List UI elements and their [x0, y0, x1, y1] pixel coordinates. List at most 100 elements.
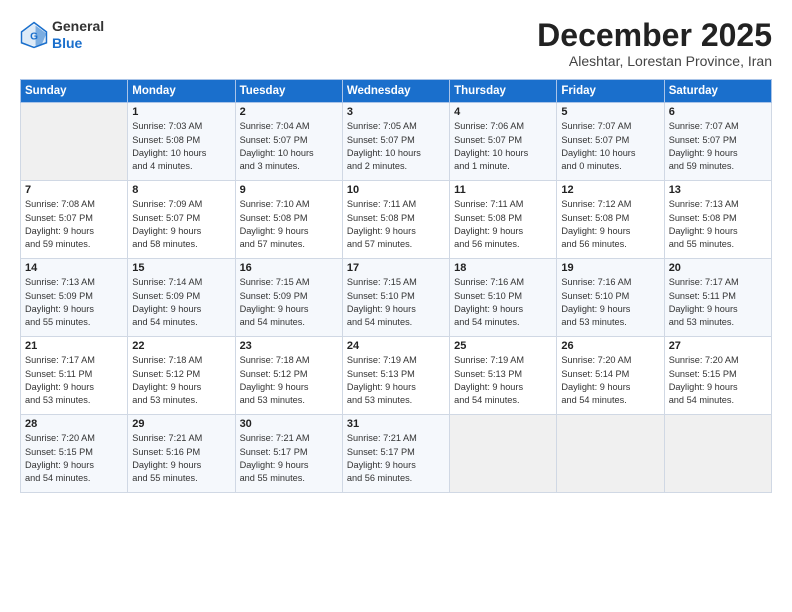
calendar-cell: 9 Sunrise: 7:10 AMSunset: 5:08 PMDaylight…: [235, 181, 342, 259]
calendar-cell: [21, 103, 128, 181]
cell-text: Sunrise: 7:09 AMSunset: 5:07 PMDaylight:…: [132, 198, 230, 251]
day-number: 13: [669, 184, 767, 196]
day-header-thursday: Thursday: [450, 80, 557, 103]
calendar-cell: 15Sunrise: 7:14 AMSunset: 5:09 PMDayligh…: [128, 259, 235, 337]
cell-text: Sunrise: 7:07 AMSunset: 5:07 PMDaylight:…: [669, 120, 767, 173]
day-number: 9: [240, 184, 338, 196]
cell-text: Sunrise: 7:11 AMSunset: 5:08 PMDaylight:…: [347, 198, 445, 251]
logo-blue: Blue: [52, 35, 82, 51]
cell-text: Sunrise: 7:20 AMSunset: 5:15 PMDaylight:…: [669, 354, 767, 407]
calendar-cell: 23 Sunrise: 7:18 AMSunset: 5:12 PMDayligh…: [235, 337, 342, 415]
cell-text: Sunrise: 7:05 AMSunset: 5:07 PMDaylight:…: [347, 120, 445, 173]
cell-text: Sunrise: 7:21 AMSunset: 5:17 PMDaylight:…: [240, 432, 338, 485]
day-number: 6: [669, 106, 767, 118]
cell-text: Sunrise: 7:08 AMSunset: 5:07 PMDaylight:…: [25, 198, 123, 251]
calendar-cell: 27 Sunrise: 7:20 AMSunset: 5:15 PMDayligh…: [664, 337, 771, 415]
calendar-cell: 2 Sunrise: 7:04 AMSunset: 5:07 PMDaylight…: [235, 103, 342, 181]
day-header-saturday: Saturday: [664, 80, 771, 103]
day-number: 21: [25, 340, 123, 352]
day-number: 7: [25, 184, 123, 196]
day-number: 30: [240, 418, 338, 430]
day-number: 23: [240, 340, 338, 352]
calendar-cell: [557, 415, 664, 493]
day-header-friday: Friday: [557, 80, 664, 103]
calendar-cell: 10 Sunrise: 7:11 AMSunset: 5:08 PMDayligh…: [342, 181, 449, 259]
calendar-cell: 8 Sunrise: 7:09 AMSunset: 5:07 PMDaylight…: [128, 181, 235, 259]
logo-text: General Blue: [52, 18, 104, 52]
day-number: 27: [669, 340, 767, 352]
day-number: 18: [454, 262, 552, 274]
calendar-cell: 28Sunrise: 7:20 AMSunset: 5:15 PMDayligh…: [21, 415, 128, 493]
logo-general: General: [52, 18, 104, 34]
day-number: 25: [454, 340, 552, 352]
calendar-cell: 21 Sunrise: 7:17 AMSunset: 5:11 PMDayligh…: [21, 337, 128, 415]
cell-text: Sunrise: 7:17 AMSunset: 5:11 PMDaylight:…: [669, 276, 767, 329]
day-number: 12: [561, 184, 659, 196]
day-header-sunday: Sunday: [21, 80, 128, 103]
header: G General Blue December 2025 Aleshtar, L…: [20, 18, 772, 69]
calendar-cell: 12 Sunrise: 7:12 AMSunset: 5:08 PMDayligh…: [557, 181, 664, 259]
calendar-cell: 17 Sunrise: 7:15 AMSunset: 5:10 PMDayligh…: [342, 259, 449, 337]
cell-text: Sunrise: 7:04 AMSunset: 5:07 PMDaylight:…: [240, 120, 338, 173]
subtitle: Aleshtar, Lorestan Province, Iran: [537, 53, 772, 69]
day-number: 28: [25, 418, 123, 430]
day-number: 3: [347, 106, 445, 118]
week-row-5: 28Sunrise: 7:20 AMSunset: 5:15 PMDayligh…: [21, 415, 772, 493]
calendar-cell: 4Sunrise: 7:06 AMSunset: 5:07 PMDaylight…: [450, 103, 557, 181]
cell-text: Sunrise: 7:18 AMSunset: 5:12 PMDaylight:…: [132, 354, 230, 407]
day-header-monday: Monday: [128, 80, 235, 103]
calendar-cell: 5Sunrise: 7:07 AMSunset: 5:07 PMDaylight…: [557, 103, 664, 181]
cell-text: Sunrise: 7:16 AMSunset: 5:10 PMDaylight:…: [454, 276, 552, 329]
calendar-cell: 30 Sunrise: 7:21 AMSunset: 5:17 PMDayligh…: [235, 415, 342, 493]
cell-text: Sunrise: 7:15 AMSunset: 5:10 PMDaylight:…: [347, 276, 445, 329]
calendar-table: SundayMondayTuesdayWednesdayThursdayFrid…: [20, 79, 772, 493]
cell-text: Sunrise: 7:06 AMSunset: 5:07 PMDaylight:…: [454, 120, 552, 173]
calendar-cell: [664, 415, 771, 493]
cell-text: Sunrise: 7:21 AMSunset: 5:16 PMDaylight:…: [132, 432, 230, 485]
cell-text: Sunrise: 7:17 AMSunset: 5:11 PMDaylight:…: [25, 354, 123, 407]
week-row-2: 7 Sunrise: 7:08 AMSunset: 5:07 PMDaylight…: [21, 181, 772, 259]
day-number: 19: [561, 262, 659, 274]
logo-icon: G: [20, 21, 48, 49]
calendar-cell: 26 Sunrise: 7:20 AMSunset: 5:14 PMDayligh…: [557, 337, 664, 415]
calendar-cell: 6 Sunrise: 7:07 AMSunset: 5:07 PMDaylight…: [664, 103, 771, 181]
cell-text: Sunrise: 7:11 AMSunset: 5:08 PMDaylight:…: [454, 198, 552, 251]
day-number: 20: [669, 262, 767, 274]
day-header-wednesday: Wednesday: [342, 80, 449, 103]
day-number: 11: [454, 184, 552, 196]
calendar-cell: 20 Sunrise: 7:17 AMSunset: 5:11 PMDayligh…: [664, 259, 771, 337]
day-number: 17: [347, 262, 445, 274]
calendar-cell: [450, 415, 557, 493]
cell-text: Sunrise: 7:03 AMSunset: 5:08 PMDaylight:…: [132, 120, 230, 173]
month-title: December 2025: [537, 18, 772, 53]
day-number: 5: [561, 106, 659, 118]
cell-text: Sunrise: 7:15 AMSunset: 5:09 PMDaylight:…: [240, 276, 338, 329]
cell-text: Sunrise: 7:12 AMSunset: 5:08 PMDaylight:…: [561, 198, 659, 251]
day-number: 22: [132, 340, 230, 352]
calendar-cell: 13 Sunrise: 7:13 AMSunset: 5:08 PMDayligh…: [664, 181, 771, 259]
day-number: 29: [132, 418, 230, 430]
cell-text: Sunrise: 7:16 AMSunset: 5:10 PMDaylight:…: [561, 276, 659, 329]
day-number: 10: [347, 184, 445, 196]
calendar-cell: 1Sunrise: 7:03 AMSunset: 5:08 PMDaylight…: [128, 103, 235, 181]
logo: G General Blue: [20, 18, 104, 52]
cell-text: Sunrise: 7:20 AMSunset: 5:14 PMDaylight:…: [561, 354, 659, 407]
cell-text: Sunrise: 7:18 AMSunset: 5:12 PMDaylight:…: [240, 354, 338, 407]
calendar-cell: 11 Sunrise: 7:11 AMSunset: 5:08 PMDayligh…: [450, 181, 557, 259]
calendar-cell: 29 Sunrise: 7:21 AMSunset: 5:16 PMDayligh…: [128, 415, 235, 493]
cell-text: Sunrise: 7:10 AMSunset: 5:08 PMDaylight:…: [240, 198, 338, 251]
week-row-4: 21 Sunrise: 7:17 AMSunset: 5:11 PMDayligh…: [21, 337, 772, 415]
title-block: December 2025 Aleshtar, Lorestan Provinc…: [537, 18, 772, 69]
week-row-1: 1Sunrise: 7:03 AMSunset: 5:08 PMDaylight…: [21, 103, 772, 181]
day-number: 2: [240, 106, 338, 118]
day-header-tuesday: Tuesday: [235, 80, 342, 103]
calendar-cell: 25Sunrise: 7:19 AMSunset: 5:13 PMDayligh…: [450, 337, 557, 415]
day-number: 26: [561, 340, 659, 352]
cell-text: Sunrise: 7:14 AMSunset: 5:09 PMDaylight:…: [132, 276, 230, 329]
cell-text: Sunrise: 7:13 AMSunset: 5:09 PMDaylight:…: [25, 276, 123, 329]
cell-text: Sunrise: 7:19 AMSunset: 5:13 PMDaylight:…: [347, 354, 445, 407]
day-number: 24: [347, 340, 445, 352]
calendar-cell: 31Sunrise: 7:21 AMSunset: 5:17 PMDayligh…: [342, 415, 449, 493]
cell-text: Sunrise: 7:13 AMSunset: 5:08 PMDaylight:…: [669, 198, 767, 251]
day-number: 8: [132, 184, 230, 196]
